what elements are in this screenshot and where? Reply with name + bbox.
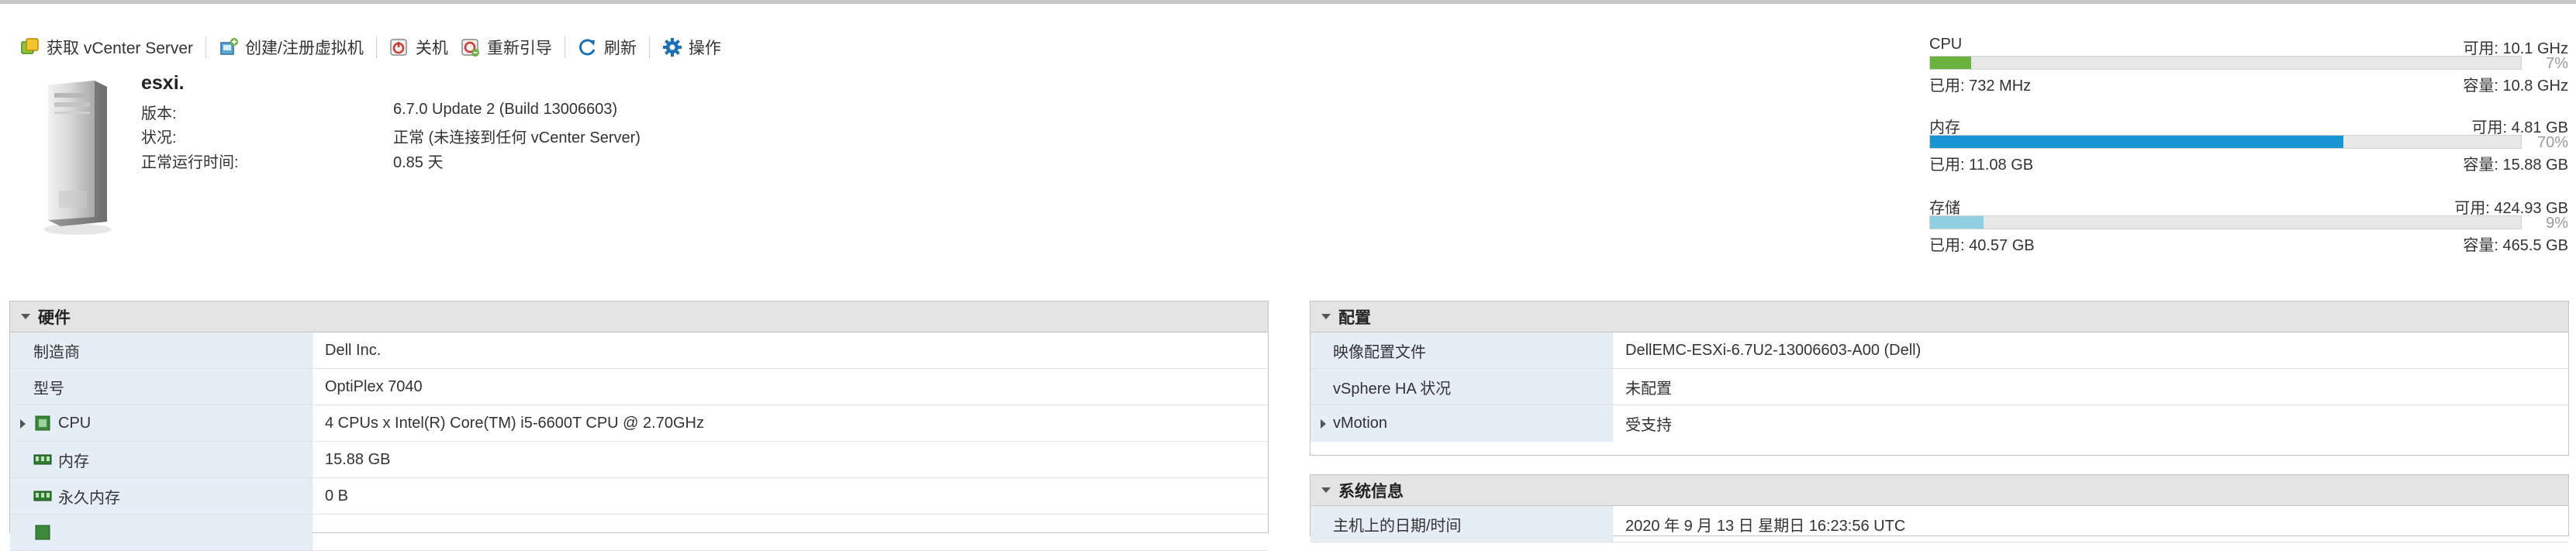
- version-value: 6.7.0 Update 2 (Build 13006603): [393, 101, 618, 118]
- row-label: 制造商: [10, 332, 313, 368]
- row-value: 4 CPUs x Intel(R) Core(TM) i5-6600T CPU …: [325, 414, 704, 432]
- configuration-panel-header[interactable]: 配置: [1310, 301, 2568, 332]
- table-row: 永久内存 0 B: [10, 478, 1268, 515]
- uptime-label: 正常运行时间:: [141, 154, 239, 171]
- table-row: 映像配置文件 DellEMC-ESXi-6.7U2-13006603-A00 (…: [1310, 332, 2568, 369]
- memory-bar: [1929, 135, 2522, 149]
- storage-capacity: 容量: 465.5 GB: [2463, 237, 2568, 254]
- shutdown-icon: [389, 37, 409, 57]
- expand-caret-icon[interactable]: [1321, 419, 1326, 429]
- system-info-panel-title: 系统信息: [1338, 482, 1404, 501]
- configuration-panel-title: 配置: [1338, 308, 1371, 327]
- cpu-percent: 7%: [2546, 55, 2568, 72]
- host-server-image: [40, 74, 115, 237]
- row-label: vMotion: [1310, 405, 1613, 442]
- refresh-icon: [578, 37, 598, 57]
- memory-module-icon: [33, 452, 52, 467]
- row-value: OptiPlex 7040: [325, 377, 423, 395]
- reboot-icon: [461, 37, 481, 57]
- memory-meter: 内存 可用: 4.81 GB 70% 已用: 11.08 GB 容量: 15.8…: [1929, 115, 2568, 184]
- table-row: 型号 OptiPlex 7040: [10, 369, 1268, 405]
- shutdown-label: 关机: [415, 40, 448, 57]
- row-value: DellEMC-ESXi-6.7U2-13006603-A00 (Dell): [1625, 341, 1922, 359]
- top-border: [0, 0, 2576, 4]
- hardware-panel-title: 硬件: [38, 308, 71, 327]
- system-info-panel-header[interactable]: 系统信息: [1310, 475, 2568, 506]
- table-row-cpu[interactable]: CPU 4 CPUs x Intel(R) Core(TM) i5-6600T …: [10, 405, 1268, 442]
- row-value: Dell Inc.: [325, 341, 382, 359]
- cpu-meter: CPU 可用: 10.1 GHz 7% 已用: 732 MHz 容量: 10.8…: [1929, 36, 2568, 105]
- device-icon: [33, 525, 52, 540]
- state-value: 正常 (未连接到任何 vCenter Server): [393, 129, 641, 146]
- get-vcenter-label: 获取 vCenter Server: [47, 40, 194, 57]
- collapse-caret-icon: [21, 314, 30, 319]
- row-value: 未配置: [1625, 380, 1672, 398]
- hardware-panel-header[interactable]: 硬件: [10, 301, 1268, 332]
- row-label: vSphere HA 状况: [1310, 369, 1613, 405]
- create-vm-label: 创建/注册虚拟机: [245, 40, 364, 57]
- refresh-label: 刷新: [603, 40, 637, 57]
- collapse-caret-icon: [1321, 314, 1331, 319]
- cpu-capacity: 容量: 10.8 GHz: [2463, 77, 2568, 95]
- cpu-used: 已用: 732 MHz: [1929, 77, 2032, 95]
- storage-bar-fill: [1930, 216, 1984, 229]
- table-row: vSphere HA 状况 未配置: [1310, 369, 2568, 405]
- state-label: 状况:: [141, 129, 177, 146]
- memory-meter-name: 内存: [1929, 119, 1960, 136]
- memory-bar-fill: [1930, 136, 2344, 148]
- gear-icon: [662, 37, 682, 57]
- row-value: 0 B: [325, 487, 349, 505]
- hardware-panel: 硬件 制造商 Dell Inc. 型号 OptiPlex 7040 CPU 4 …: [9, 301, 1269, 551]
- storage-meter: 存储 可用: 424.93 GB 9% 已用: 40.57 GB 容量: 465…: [1929, 195, 2568, 265]
- storage-meter-name: 存储: [1929, 200, 1960, 217]
- toolbar-separator: [205, 36, 207, 58]
- row-label: 内存: [10, 442, 313, 477]
- actions-button[interactable]: 操作: [656, 34, 727, 60]
- vcenter-icon: [20, 37, 40, 57]
- row-value: [313, 515, 325, 550]
- storage-used: 已用: 40.57 GB: [1929, 237, 2035, 254]
- version-label: 版本:: [141, 105, 177, 122]
- table-row-vmotion[interactable]: vMotion 受支持: [1310, 405, 2568, 442]
- row-label: 映像配置文件: [1310, 332, 1613, 368]
- uptime-value: 0.85 天: [393, 154, 444, 171]
- table-row: 内存 15.88 GB: [10, 442, 1268, 478]
- storage-percent: 9%: [2546, 215, 2568, 232]
- shutdown-button[interactable]: 关机: [383, 34, 454, 60]
- storage-bar: [1929, 215, 2522, 229]
- cpu-bar-fill: [1930, 57, 1972, 69]
- toolbar-separator: [648, 36, 650, 58]
- table-row: 制造商 Dell Inc.: [10, 332, 1268, 369]
- refresh-button[interactable]: 刷新: [571, 34, 643, 60]
- host-toolbar: 获取 vCenter Server 创建/注册虚拟机 关机 重新引导 刷新 操作: [14, 34, 727, 60]
- memory-capacity: 容量: 15.88 GB: [2463, 157, 2568, 174]
- row-value: 15.88 GB: [325, 450, 391, 468]
- get-vcenter-button[interactable]: 获取 vCenter Server: [14, 34, 199, 60]
- cpu-meter-name: CPU: [1929, 36, 1963, 53]
- table-row-partial: [10, 515, 1268, 551]
- row-label: 主机上的日期/时间: [1310, 506, 1613, 542]
- row-value: 受支持: [1625, 417, 1672, 434]
- row-label: [10, 515, 313, 550]
- configuration-panel: 配置 映像配置文件 DellEMC-ESXi-6.7U2-13006603-A0…: [1310, 301, 2569, 456]
- row-value: 2020 年 9 月 13 日 星期日 16:23:56 UTC: [1625, 517, 1906, 535]
- reboot-button[interactable]: 重新引导: [454, 34, 558, 60]
- collapse-caret-icon: [1321, 487, 1331, 493]
- system-info-panel: 系统信息 主机上的日期/时间 2020 年 9 月 13 日 星期日 16:23…: [1310, 474, 2569, 542]
- reboot-label: 重新引导: [486, 40, 552, 57]
- toolbar-separator: [375, 36, 377, 58]
- create-vm-icon: [219, 37, 239, 57]
- row-label: 永久内存: [10, 478, 313, 514]
- cpu-bar: [1929, 56, 2522, 70]
- create-register-vm-button[interactable]: 创建/注册虚拟机: [212, 34, 370, 60]
- host-name: esxi.: [141, 72, 185, 94]
- memory-percent: 70%: [2536, 134, 2568, 151]
- row-label: CPU: [10, 405, 313, 441]
- persistent-memory-icon: [33, 488, 52, 504]
- row-label: 型号: [10, 369, 313, 405]
- memory-used: 已用: 11.08 GB: [1929, 157, 2034, 174]
- cpu-chip-icon: [33, 415, 52, 431]
- expand-caret-icon[interactable]: [20, 419, 26, 429]
- actions-label: 操作: [688, 40, 721, 57]
